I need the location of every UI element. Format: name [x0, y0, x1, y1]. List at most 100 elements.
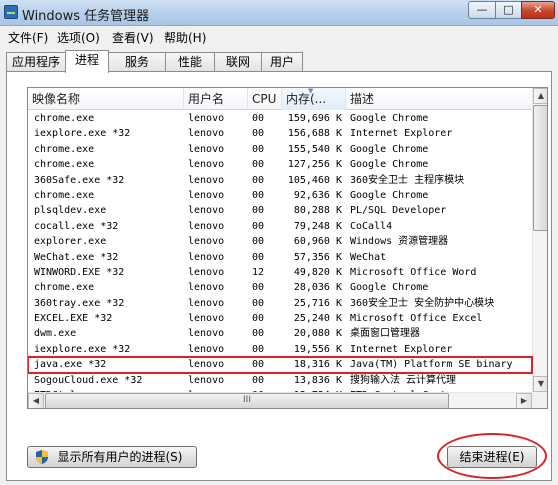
show-all-users-button[interactable]: 显示所有用户的进程(S): [27, 446, 197, 468]
process-cpu: 00: [252, 128, 265, 140]
process-row[interactable]: WeChat.exe *32 lenovo 00 57,356 K WeChat: [28, 250, 532, 265]
scroll-left-icon[interactable]: ◀: [28, 393, 44, 408]
vertical-scroll-thumb[interactable]: [533, 105, 547, 231]
process-row[interactable]: java.exe *32 lenovo 00 18,316 K Java(TM) Pla…: [28, 356, 533, 374]
scroll-right-icon[interactable]: ▶: [516, 393, 532, 408]
process-cpu: 00: [252, 328, 265, 340]
process-user: lenovo: [188, 189, 225, 201]
vertical-scrollbar[interactable]: ▲ ▼: [532, 88, 547, 392]
process-image-name: chrome.exe: [34, 159, 95, 171]
process-description: PL/SQL Developer: [350, 205, 447, 217]
sort-descending-icon: ▼: [308, 87, 314, 95]
process-row[interactable]: cocall.exe *32 lenovo 00 79,248 K CoCall4: [28, 219, 532, 234]
title-bar[interactable]: Windows 任务管理器 — □ ✕: [0, 0, 558, 26]
process-image-name: iexplore.exe *32: [34, 343, 131, 355]
process-image-name: WeChat.exe *32: [34, 251, 119, 263]
process-description: 360安全卫士 主程序模块: [350, 174, 465, 186]
process-row[interactable]: dwm.exe lenovo 00 20,080 K 桌面窗口管理器: [28, 326, 532, 341]
processes-panel: 映像名称 用户名 CPU 内存(... 描述 ▼ chrome.exe lenov…: [6, 71, 552, 481]
annotation-circle: [437, 433, 547, 479]
process-row[interactable]: chrome.exe lenovo 00 92,636 K Google Chrome: [28, 188, 532, 203]
minimize-button[interactable]: —: [468, 1, 496, 19]
process-memory: 105,460 K: [287, 174, 342, 186]
process-description: Internet Explorer: [350, 343, 453, 355]
process-cpu: 00: [252, 282, 265, 294]
process-user: lenovo: [188, 113, 225, 124]
process-description: 搜狗输入法 云计算代理: [350, 374, 457, 386]
menu-options[interactable]: 选项(O): [57, 29, 100, 46]
process-user: lenovo: [188, 374, 225, 386]
process-description: Google Chrome: [350, 282, 429, 294]
process-cpu: 00: [252, 251, 265, 263]
process-row[interactable]: explorer.exe lenovo 00 60,960 K Windows 资源管理…: [28, 234, 532, 249]
tab-applications[interactable]: 应用程序: [6, 52, 66, 72]
process-user: lenovo: [188, 128, 225, 140]
process-row[interactable]: EXCEL.EXE *32 lenovo 00 25,240 K Microsoft O…: [28, 311, 532, 326]
process-description: Google Chrome: [350, 143, 429, 155]
process-description: Microsoft Office Word: [350, 266, 477, 278]
process-row[interactable]: chrome.exe lenovo 00 28,036 K Google Chrome: [28, 280, 532, 295]
process-row[interactable]: 360Safe.exe *32 lenovo 00 105,460 K 360安全卫士 …: [28, 173, 532, 188]
process-row[interactable]: chrome.exe lenovo 00 127,256 K Google Chrome: [28, 157, 532, 172]
process-user: lenovo: [188, 220, 225, 232]
process-memory: 25,716 K: [293, 297, 342, 309]
process-row[interactable]: iexplore.exe *32 lenovo 00 156,688 K Interne…: [28, 126, 532, 141]
process-cpu: 00: [252, 220, 265, 232]
process-cpu: 00: [252, 205, 265, 217]
column-image-name[interactable]: 映像名称: [28, 88, 184, 110]
tab-networking[interactable]: 联网: [214, 52, 262, 72]
menu-help[interactable]: 帮助(H): [164, 29, 206, 46]
horizontal-scroll-thumb[interactable]: III: [45, 393, 449, 408]
process-row[interactable]: chrome.exe lenovo 00 159,696 K Google Chrome: [28, 111, 532, 126]
scroll-down-icon[interactable]: ▼: [533, 376, 547, 392]
process-row[interactable]: chrome.exe lenovo 00 155,540 K Google Chrome: [28, 142, 532, 157]
process-memory: 155,540 K: [287, 143, 342, 155]
process-row[interactable]: iexplore.exe *32 lenovo 00 19,556 K Internet…: [28, 342, 532, 357]
process-row[interactable]: plsqldev.exe lenovo 00 80,288 K PL/SQL Devel…: [28, 203, 532, 218]
process-description: Google Chrome: [350, 113, 429, 124]
process-cpu: 00: [252, 313, 265, 325]
process-image-name: EXCEL.EXE *32: [34, 313, 113, 325]
scroll-up-icon[interactable]: ▲: [533, 88, 547, 104]
tab-performance[interactable]: 性能: [165, 52, 215, 72]
tab-processes[interactable]: 进程: [65, 50, 109, 73]
process-description: Google Chrome: [350, 189, 429, 201]
process-list[interactable]: 映像名称 用户名 CPU 内存(... 描述 ▼ chrome.exe lenov…: [27, 87, 548, 409]
process-user: lenovo: [188, 297, 225, 309]
process-image-name: java.exe *32: [34, 359, 107, 371]
tab-users[interactable]: 用户: [261, 52, 303, 72]
process-user: lenovo: [188, 174, 225, 186]
process-cpu: 00: [252, 174, 265, 186]
column-user-name[interactable]: 用户名: [184, 88, 248, 110]
horizontal-scrollbar[interactable]: ◀ III ▶: [28, 392, 532, 408]
process-memory: 80,288 K: [293, 205, 342, 217]
process-description: Microsoft Office Excel: [350, 313, 483, 325]
menu-file[interactable]: 文件(F): [8, 29, 48, 46]
column-description[interactable]: 描述: [346, 88, 532, 110]
process-memory: 156,688 K: [287, 128, 342, 140]
process-image-name: chrome.exe: [34, 113, 95, 124]
tab-services[interactable]: 服务: [108, 52, 166, 72]
column-memory[interactable]: 内存(...: [282, 88, 346, 110]
process-memory: 20,080 K: [293, 328, 342, 340]
show-all-users-label: 显示所有用户的进程(S): [57, 450, 183, 464]
process-memory: 18,316 K: [293, 359, 342, 371]
process-memory: 57,356 K: [293, 251, 342, 263]
maximize-button[interactable]: □: [495, 1, 522, 19]
close-button[interactable]: ✕: [521, 1, 555, 19]
column-cpu[interactable]: CPU: [248, 88, 282, 110]
process-image-name: iexplore.exe *32: [34, 128, 131, 140]
process-memory: 92,636 K: [293, 189, 342, 201]
process-row[interactable]: WINWORD.EXE *32 lenovo 12 49,820 K Microsoft…: [28, 265, 532, 280]
menu-bar: 文件(F) 选项(O) 查看(V) 帮助(H): [0, 26, 558, 46]
process-description: 桌面窗口管理器: [350, 328, 420, 340]
process-user: lenovo: [188, 205, 225, 217]
process-rows: chrome.exe lenovo 00 159,696 K Google Chrome…: [28, 111, 533, 408]
process-row[interactable]: SogouCloud.exe *32 lenovo 00 13,836 K 搜狗输入法 …: [28, 373, 532, 388]
process-cpu: 00: [252, 374, 265, 386]
process-row[interactable]: 360tray.exe *32 lenovo 00 25,716 K 360安全卫士 安…: [28, 296, 532, 311]
process-user: lenovo: [188, 143, 225, 155]
process-cpu: 00: [252, 236, 265, 248]
tab-strip: 应用程序 进程 服务 性能 联网 用户: [6, 50, 552, 73]
menu-view[interactable]: 查看(V): [112, 29, 154, 46]
